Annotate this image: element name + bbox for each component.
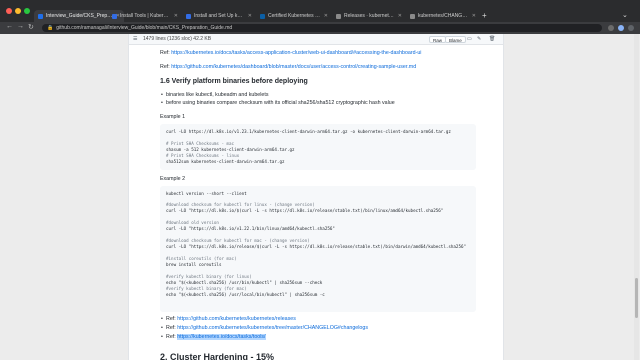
list-item: Ref: https://github.com/kubernetes/kuber… [161,316,296,322]
maximize-window-icon[interactable] [24,8,30,14]
example-label: Example 1 [160,114,186,120]
menu-icon[interactable] [628,25,634,31]
tab-releases[interactable]: Releases · kubernetes/kubern... ✕ [332,10,406,22]
ref-link[interactable]: https://github.com/kubernetes/dashboard/… [171,64,416,70]
list-item: before using binaries compare checksum w… [161,100,395,106]
delete-icon[interactable]: 🗑 [489,36,495,42]
code-comment: #verify kubectl binary (for linux) [166,274,252,279]
next-section-heading: 2. Cluster Hardening - 15% [160,352,275,360]
code-comment: # Print SHA Checksums - linux [166,153,240,158]
back-icon[interactable]: ← [6,23,13,30]
file-view: ☰ 1479 lines (1236 sloc) 42.2 KB Raw Bla… [128,34,504,360]
code-comment: #install coreutils (for mac) [166,256,237,261]
code-line: sha512sum kubernetes-client-darwin-arm64… [166,159,285,164]
tab-close-icon[interactable]: ✕ [324,13,328,19]
tab-label: Certified Kubernetes Security... [268,13,321,19]
code-line: curl -LO "https://dl.k8s.io/$(curl -L -s… [166,208,444,213]
edit-icon[interactable]: ✎ [477,36,481,42]
tab-search-icon[interactable]: ⌄ [622,11,628,19]
url-input[interactable]: 🔒 github.com/ramanagali/Interview_Guide/… [42,24,602,32]
code-line: brew install coreutils [166,262,222,267]
tab-label: Releases · kubernetes/kubern... [344,13,395,19]
code-block: kubectl version --short --client #downlo… [160,186,476,312]
url-text: github.com/ramanagali/Interview_Guide/bl… [56,25,233,31]
code-comment: #download checksum for kubectl for mac -… [166,238,310,243]
tab-strip: Interview_Guide/CKS_Preparation... ✕ Ins… [0,0,640,22]
tab-label: Install and Set Up kubectl on... [194,13,245,19]
tab-close-icon[interactable]: ✕ [398,13,402,19]
ref-prefix: Ref: [166,316,178,322]
close-window-icon[interactable] [6,8,12,14]
kubernetes-icon [112,13,117,19]
profile-avatar[interactable] [618,25,624,31]
tab-label: Install Tools | Kubernetes [120,13,171,19]
minimize-window-icon[interactable] [15,8,21,14]
code-line: curl -LO "https://dl.k8s.io/release/$(cu… [166,244,467,249]
code-line: shasum -a 512 kubernetes-client-darwin-a… [166,147,295,152]
tab-label: Interview_Guide/CKS_Preparation... [46,13,113,19]
address-bar: ← → ↻ 🔒 github.com/ramanagali/Interview_… [0,22,640,34]
code-line: curl -LO https://dl.k8s.io/v1.23.1/kuber… [166,129,451,134]
code-comment: #download old version [166,220,219,225]
list-item: Ref: https://github.com/kubernetes/kuber… [161,325,368,331]
tab-label: kubernetes/CHANGELOG-1.23... [418,13,469,19]
raw-button[interactable]: Raw [429,36,447,43]
file-header: ☰ 1479 lines (1236 sloc) 42.2 KB Raw Bla… [129,34,503,45]
cncf-icon [260,13,265,19]
example-label: Example 2 [160,176,186,182]
section-heading: 1.6 Verify platform binaries before depl… [160,78,308,85]
code-block: curl -LO https://dl.k8s.io/v1.23.1/kuber… [160,124,476,170]
code-comment: #verify kubectl binary (for mac) [166,286,247,291]
code-line: echo "$(<kubectl.sha256) /usr/local/bin/… [166,292,325,297]
ref-prefix: Ref: [160,64,172,70]
extension-icon[interactable] [608,25,614,31]
forward-icon[interactable]: → [17,23,24,30]
kubernetes-icon [186,13,191,19]
code-line: kubectl version --short --client [166,191,247,196]
scrollbar-thumb[interactable] [635,278,638,318]
scrollbar[interactable] [634,34,639,360]
github-icon [410,13,415,19]
code-comment: # Print SHA Checksums - mac [166,141,235,146]
file-meta: 1479 lines (1236 sloc) 42.2 KB [143,36,212,42]
ref-line: Ref: https://github.com/kubernetes/dashb… [160,64,416,70]
ref-line: Ref: https://kubernetes.io/docs/tasks/ac… [160,50,421,56]
tab-close-icon[interactable]: ✕ [174,13,178,19]
github-icon [336,13,341,19]
list-icon[interactable]: ☰ [133,36,137,42]
code-comment: #download checksum for kubectl for linux… [166,202,315,207]
code-line: echo "$(<kubectl.sha256) /usr/bin/kubect… [166,280,323,285]
tab-install-kubectl[interactable]: Install and Set Up kubectl on... ✕ [182,10,256,22]
ref-link[interactable]: https://kubernetes.io/docs/tasks/access-… [171,50,421,56]
list-item: Ref: https://kubernetes.io/docs/tasks/to… [161,334,266,340]
tab-cks-cert[interactable]: Certified Kubernetes Security... ✕ [256,10,332,22]
ref-prefix: Ref: [166,325,178,331]
ref-link[interactable]: https://github.com/kubernetes/kubernetes… [177,325,368,331]
tab-close-icon[interactable]: ✕ [248,13,252,19]
code-line: curl -LO "https://dl.k8s.io/v1.22.1/bin/… [166,226,335,231]
page-viewport: ☰ 1479 lines (1236 sloc) 42.2 KB Raw Bla… [0,34,640,360]
display-icon[interactable]: ▭ [467,36,472,42]
tab-changelog[interactable]: kubernetes/CHANGELOG-1.23... ✕ [406,10,480,22]
ref-prefix: Ref: [160,50,172,56]
tab-close-icon[interactable]: ✕ [472,13,476,19]
tab-install-tools[interactable]: Install Tools | Kubernetes ✕ [108,10,182,22]
blame-button[interactable]: Blame [445,36,466,43]
ref-link[interactable]: https://github.com/kubernetes/kubernetes… [177,316,296,322]
new-tab-icon[interactable]: + [482,11,487,20]
github-icon [38,13,43,19]
list-item: binaries like kubectl, kubeadm and kubel… [161,92,268,98]
ref-link-selected[interactable]: https://kubernetes.io/docs/tasks/tools/ [177,334,266,340]
ref-prefix: Ref: [166,334,178,340]
reload-icon[interactable]: ↻ [28,23,34,31]
lock-icon: 🔒 [47,25,54,31]
